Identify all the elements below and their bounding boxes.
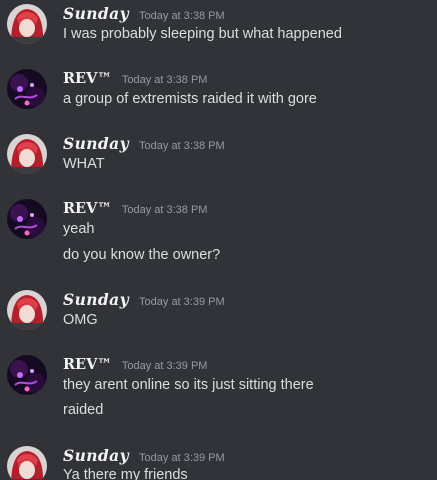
username[interactable]: Sunday	[63, 446, 129, 466]
message-group: REV™ Today at 3:39 PM they arent online …	[0, 353, 437, 423]
message-text: OMG	[63, 312, 98, 328]
message-header: Sunday Today at 3:39 PM	[63, 290, 225, 310]
username[interactable]: Sunday	[63, 290, 129, 310]
username[interactable]: Sunday	[63, 134, 129, 154]
dark-purple-neon-avatar-icon[interactable]	[7, 199, 47, 239]
timestamp[interactable]: Today at 3:38 PM	[122, 204, 208, 216]
message-header: Sunday Today at 3:38 PM	[63, 134, 225, 154]
username[interactable]: REV™	[63, 199, 112, 219]
message-header: REV™ Today at 3:38 PM	[63, 199, 207, 219]
timestamp[interactable]: Today at 3:38 PM	[139, 10, 225, 22]
message-group: Sunday Today at 3:38 PM WHAT	[0, 132, 437, 182]
message-text: they arent online so its just sitting th…	[63, 377, 314, 393]
message-text: raided	[63, 402, 104, 418]
message-text: a group of extremists raided it with gor…	[63, 91, 317, 107]
message-group: Sunday Today at 3:38 PM I was probably s…	[0, 2, 437, 52]
timestamp[interactable]: Today at 3:38 PM	[139, 140, 225, 152]
dark-purple-neon-avatar-icon[interactable]	[7, 69, 47, 109]
message-group: Sunday Today at 3:39 PM OMG	[0, 288, 437, 338]
username[interactable]: REV™	[63, 355, 112, 375]
red-haired-anime-avatar-icon[interactable]	[7, 446, 47, 480]
timestamp[interactable]: Today at 3:39 PM	[139, 452, 225, 464]
message-group: Sunday Today at 3:39 PM Ya there my frie…	[0, 444, 437, 480]
message-header: Sunday Today at 3:39 PM	[63, 446, 225, 466]
message-text: Ya there my friends	[63, 467, 188, 480]
message-header: Sunday Today at 3:38 PM	[63, 4, 225, 24]
chat-message-list[interactable]: Sunday Today at 3:38 PM I was probably s…	[0, 0, 437, 480]
message-header: REV™ Today at 3:38 PM	[63, 69, 207, 89]
message-text: WHAT	[63, 156, 105, 172]
timestamp[interactable]: Today at 3:39 PM	[122, 360, 208, 372]
message-text: do you know the owner?	[63, 247, 221, 263]
username[interactable]: REV™	[63, 69, 112, 89]
timestamp[interactable]: Today at 3:38 PM	[122, 74, 208, 86]
message-header: REV™ Today at 3:39 PM	[63, 355, 207, 375]
red-haired-anime-avatar-icon[interactable]	[7, 4, 47, 44]
dark-purple-neon-avatar-icon[interactable]	[7, 355, 47, 395]
red-haired-anime-avatar-icon[interactable]	[7, 134, 47, 174]
message-group: REV™ Today at 3:38 PM a group of extremi…	[0, 67, 437, 117]
message-text: I was probably sleeping but what happene…	[63, 26, 342, 42]
message-text: yeah	[63, 221, 95, 237]
message-group: REV™ Today at 3:38 PM yeah do you know t…	[0, 197, 437, 267]
username[interactable]: Sunday	[63, 4, 129, 24]
red-haired-anime-avatar-icon[interactable]	[7, 290, 47, 330]
timestamp[interactable]: Today at 3:39 PM	[139, 296, 225, 308]
